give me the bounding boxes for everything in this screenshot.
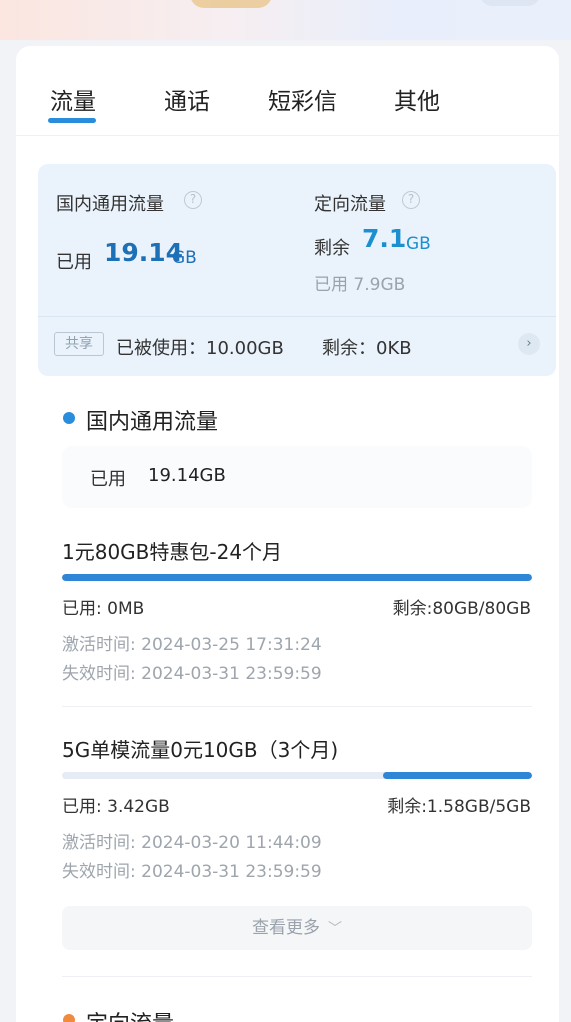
share-remain: 剩余：0KB — [322, 338, 412, 359]
banner-decoration — [480, 0, 540, 6]
package-progress-fill — [62, 574, 532, 581]
share-badge: 共享 — [54, 332, 104, 356]
domestic-used-box: 已用 19.14GB — [62, 446, 532, 508]
package-divider — [62, 706, 532, 707]
package-progress — [62, 772, 532, 779]
package-progress-fill — [383, 772, 532, 779]
usage-summary: 国内通用流量 ? 已用 19.14 GB 定向流量 ? 剩余 7.1 GB 已用… — [38, 164, 556, 376]
domestic-section-title: 国内通用流量 — [86, 410, 219, 435]
package-activated: 激活时间: 2024-03-25 17:31:24 — [62, 635, 322, 655]
package-remain: 剩余:80GB/80GB — [392, 599, 531, 619]
section-dot — [63, 1014, 75, 1022]
domestic-label: 国内通用流量 — [56, 194, 164, 215]
directed-used: 已用 7.9GB — [314, 275, 406, 295]
section-dot — [63, 412, 75, 424]
chevron-right-icon[interactable]: › — [518, 333, 540, 355]
used-label: 已用 — [90, 469, 126, 490]
domestic-used-prefix: 已用 — [56, 252, 92, 273]
package-progress — [62, 574, 532, 581]
directed-section-title: 定向流量 — [86, 1006, 174, 1022]
directed-remain-unit: GB — [406, 234, 431, 254]
section-divider — [62, 976, 532, 977]
package-expires: 失效时间: 2024-03-31 23:59:59 — [62, 664, 322, 684]
help-icon[interactable]: ? — [184, 191, 202, 209]
tab-calls[interactable]: 通话 — [164, 82, 210, 116]
banner-decoration — [190, 0, 272, 8]
package-name: 1元80GB特惠包-24个月 — [62, 540, 283, 564]
top-banner — [0, 0, 571, 40]
package-remain: 剩余:1.58GB/5GB — [387, 797, 531, 817]
summary-divider — [38, 316, 556, 317]
package-name: 5G单模流量0元10GB（3个月) — [62, 738, 339, 762]
package-used: 已用: 0MB — [62, 599, 145, 619]
used-value: 19.14GB — [148, 465, 226, 486]
package-used: 已用: 3.42GB — [62, 797, 170, 817]
help-icon[interactable]: ? — [402, 191, 420, 209]
tab-sms[interactable]: 短彩信 — [268, 82, 337, 116]
package-expires: 失效时间: 2024-03-31 23:59:59 — [62, 862, 322, 882]
directed-remain-prefix: 剩余 — [314, 238, 350, 259]
chevron-down-icon: ﹀ — [328, 921, 342, 937]
directed-label: 定向流量 — [314, 194, 386, 215]
tab-bar: 流量 通话 短彩信 其他 — [16, 46, 559, 136]
view-more-button[interactable]: 查看更多 ﹀ — [62, 906, 532, 950]
view-more-label: 查看更多 — [252, 918, 320, 938]
tab-other[interactable]: 其他 — [394, 82, 440, 116]
directed-remain-value: 7.1 — [362, 224, 407, 253]
usage-card: 流量 通话 短彩信 其他 国内通用流量 ? 已用 19.14 GB 定向流量 ?… — [16, 46, 559, 1022]
domestic-used-unit: GB — [172, 248, 197, 268]
active-tab-indicator — [48, 118, 96, 123]
package-activated: 激活时间: 2024-03-20 11:44:09 — [62, 833, 322, 853]
tab-data[interactable]: 流量 — [50, 82, 96, 116]
share-used: 已被使用：10.00GB — [116, 338, 284, 359]
